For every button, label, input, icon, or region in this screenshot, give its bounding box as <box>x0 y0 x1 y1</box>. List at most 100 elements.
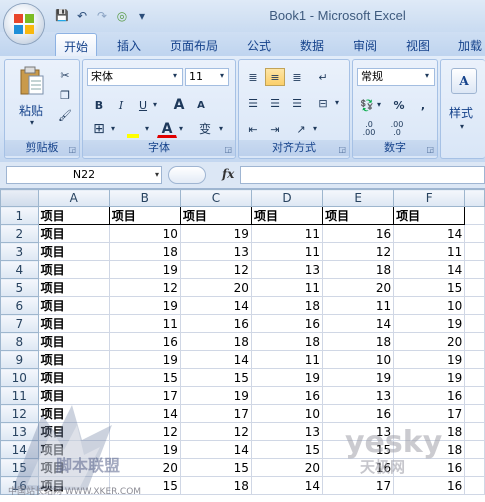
cell[interactable]: 项目 <box>37 296 110 315</box>
cell[interactable]: 12 <box>179 422 252 441</box>
border-icon[interactable]: ⊞ <box>89 120 109 138</box>
cell[interactable]: 13 <box>322 386 395 405</box>
row-header[interactable]: 2 <box>0 224 39 243</box>
cell[interactable]: 14 <box>179 296 252 315</box>
cell[interactable]: 20 <box>179 278 252 297</box>
cell[interactable] <box>464 314 485 333</box>
cell[interactable]: 20 <box>250 458 324 477</box>
formula-input[interactable] <box>240 166 485 184</box>
cell[interactable]: 16 <box>322 404 395 423</box>
row-header[interactable]: 1 <box>0 206 39 225</box>
phonetic-dropdown-icon[interactable]: ▾ <box>219 124 223 133</box>
number-format-dropdown-icon[interactable]: ▾ <box>425 71 429 80</box>
cell[interactable]: 13 <box>179 242 252 261</box>
cell[interactable]: 13 <box>250 260 324 279</box>
column-header-e[interactable]: E <box>322 189 395 207</box>
cell[interactable]: 14 <box>393 260 466 279</box>
number-launcher-icon[interactable]: ◲ <box>426 145 434 154</box>
cell[interactable] <box>464 242 485 261</box>
cell[interactable]: 12 <box>108 278 181 297</box>
cell[interactable]: 18 <box>108 242 181 261</box>
cell[interactable] <box>464 332 485 351</box>
shrink-font-button[interactable]: A <box>191 96 211 114</box>
currency-icon[interactable]: 💱 <box>357 96 377 114</box>
bold-button[interactable]: B <box>89 96 109 114</box>
cell[interactable]: 10 <box>250 404 324 423</box>
cell[interactable]: 19 <box>108 350 181 369</box>
column-header-a[interactable]: A <box>37 189 110 207</box>
row-header[interactable]: 7 <box>0 314 39 333</box>
tab-page-layout[interactable]: 页面布局 <box>170 37 218 54</box>
column-header-d[interactable]: D <box>250 189 324 207</box>
formula-controls[interactable] <box>168 166 206 184</box>
cell[interactable]: 项目 <box>108 206 181 225</box>
cell[interactable]: 20 <box>393 332 466 351</box>
cell[interactable] <box>464 350 485 369</box>
decrease-indent-icon[interactable]: ⇤ <box>243 120 263 138</box>
cell[interactable]: 16 <box>179 314 252 333</box>
grow-font-button[interactable]: A <box>169 96 189 114</box>
styles-dropdown-icon[interactable]: ▾ <box>460 122 464 131</box>
cell[interactable]: 14 <box>322 314 395 333</box>
cell[interactable]: 18 <box>322 260 395 279</box>
cell[interactable]: 14 <box>250 476 324 495</box>
cell[interactable]: 15 <box>179 458 252 477</box>
orientation-dropdown-icon[interactable]: ▾ <box>313 124 317 133</box>
cell[interactable]: 项目 <box>322 206 395 225</box>
cell[interactable] <box>464 368 485 387</box>
cell[interactable]: 19 <box>250 368 324 387</box>
cell[interactable] <box>464 206 485 225</box>
increase-decimal-button[interactable]: .0 .00 <box>357 120 381 138</box>
cell[interactable]: 18 <box>179 332 252 351</box>
font-size-dropdown-icon[interactable]: ▾ <box>220 71 224 80</box>
cell[interactable]: 项目 <box>37 224 110 243</box>
cell[interactable] <box>464 458 485 477</box>
border-dropdown-icon[interactable]: ▾ <box>111 124 115 133</box>
cell[interactable]: 19 <box>393 368 466 387</box>
office-button[interactable] <box>4 4 44 44</box>
paste-dropdown-icon[interactable]: ▾ <box>30 118 34 127</box>
cell[interactable]: 11 <box>250 242 324 261</box>
font-launcher-icon[interactable]: ◲ <box>224 145 232 154</box>
cell[interactable]: 项目 <box>37 350 110 369</box>
copy-icon[interactable]: ❐ <box>55 86 75 104</box>
cell[interactable]: 12 <box>322 242 395 261</box>
cell[interactable]: 17 <box>322 476 395 495</box>
font-color-dropdown-icon[interactable]: ▾ <box>179 124 183 133</box>
cell[interactable]: 14 <box>179 440 252 459</box>
column-header-b[interactable]: B <box>108 189 181 207</box>
cell[interactable]: 19 <box>179 224 252 243</box>
select-all-corner[interactable] <box>0 189 39 207</box>
currency-dropdown-icon[interactable]: ▾ <box>377 100 381 109</box>
tab-view[interactable]: 视图 <box>406 37 430 54</box>
scissors-icon[interactable]: ✂ <box>55 66 75 84</box>
merge-cells-icon[interactable]: ⊟ <box>313 94 333 112</box>
row-header[interactable]: 4 <box>0 260 39 279</box>
styles-button-label[interactable]: 样式 <box>449 104 473 121</box>
row-header[interactable]: 9 <box>0 350 39 369</box>
cell[interactable]: 12 <box>179 260 252 279</box>
cell[interactable]: 18 <box>179 476 252 495</box>
cell[interactable]: 18 <box>250 296 324 315</box>
cell[interactable]: 13 <box>250 422 324 441</box>
cell[interactable]: 11 <box>250 350 324 369</box>
cell[interactable]: 项目 <box>250 206 324 225</box>
cell[interactable]: 项目 <box>37 314 110 333</box>
cell[interactable]: 16 <box>108 332 181 351</box>
cell[interactable]: 18 <box>322 332 395 351</box>
cell[interactable]: 16 <box>322 224 395 243</box>
name-box-dropdown-icon[interactable]: ▾ <box>155 167 159 183</box>
cell[interactable]: 15 <box>393 278 466 297</box>
format-painter-icon[interactable]: 🖌 <box>55 106 75 124</box>
align-bottom-icon[interactable]: ≣ <box>287 68 307 86</box>
tab-home[interactable]: 开始 <box>55 33 98 57</box>
paste-icon[interactable] <box>19 66 45 96</box>
decrease-decimal-button[interactable]: .00 .0 <box>385 120 409 138</box>
tab-insert[interactable]: 插入 <box>117 37 141 54</box>
cell[interactable]: 项目 <box>37 242 110 261</box>
cell[interactable]: 项目 <box>37 368 110 387</box>
comma-button[interactable]: , <box>413 96 433 114</box>
cell[interactable] <box>464 278 485 297</box>
phonetic-button[interactable]: 变 <box>193 120 217 138</box>
font-name-select[interactable]: 宋体 <box>87 68 183 86</box>
